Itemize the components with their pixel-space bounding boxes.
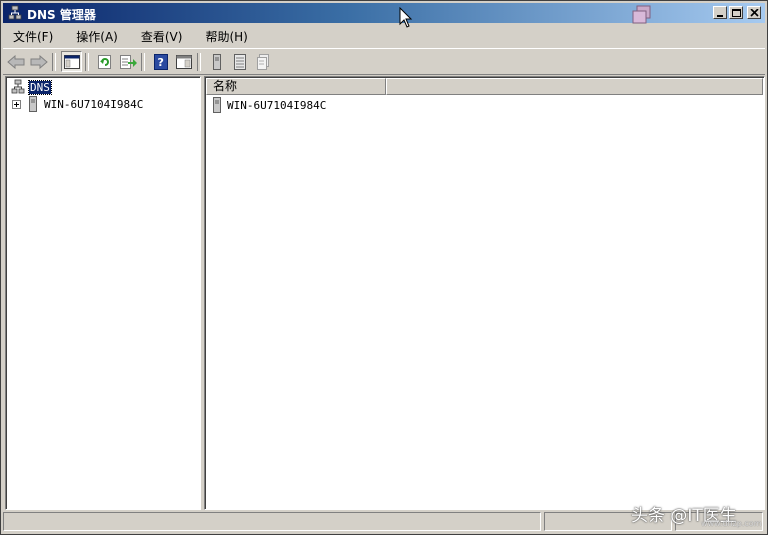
export-list-button[interactable]	[117, 51, 138, 72]
watermark-url: www.dnzp.com	[701, 519, 762, 528]
close-icon	[750, 9, 759, 17]
toolbar: ?	[3, 48, 765, 75]
close-button[interactable]	[747, 6, 761, 19]
toolbar-separator	[141, 52, 145, 71]
window-title: DNS 管理器	[27, 8, 96, 22]
back-arrow-icon	[6, 54, 24, 69]
menu-file[interactable]: 文件(F)	[3, 26, 62, 47]
tree-item-server[interactable]: WIN-6U7104I984C	[12, 96, 143, 112]
properties-icon	[256, 53, 269, 70]
list-header: 名称	[206, 78, 763, 95]
column-header-empty	[386, 78, 763, 95]
expand-icon[interactable]	[12, 99, 21, 109]
title-bar[interactable]: DNS 管理器	[3, 3, 765, 25]
minimize-button[interactable]	[713, 6, 727, 19]
tree-item-dns[interactable]: DNS	[10, 79, 52, 95]
server-icon	[213, 97, 221, 113]
column-header-name[interactable]: 名称	[206, 78, 386, 95]
mmc-window: DNS 管理器 文件(F) 操作(A) 查看(V) 帮助(H) ? DNS WI…	[0, 0, 768, 535]
menu-bar: 文件(F) 操作(A) 查看(V) 帮助(H)	[3, 25, 765, 47]
list-view-button[interactable]	[229, 51, 250, 72]
server-icon	[212, 53, 221, 70]
console-view-icon	[175, 54, 192, 69]
help-icon: ?	[153, 53, 168, 70]
console-tree-pane: DNS WIN-6U7104I984C	[5, 76, 201, 510]
result-pane: 名称 WIN-6U7104I984C	[204, 76, 765, 510]
list-icon	[233, 53, 246, 70]
toolbar-separator	[52, 52, 56, 71]
console-view-button[interactable]	[173, 51, 194, 72]
minimize-icon	[717, 15, 723, 17]
server-button[interactable]	[206, 51, 227, 72]
export-list-icon	[119, 54, 137, 69]
toolbar-separator	[85, 52, 89, 71]
status-segment	[3, 512, 541, 531]
maximize-button[interactable]	[729, 6, 743, 19]
show-hide-tree-button[interactable]	[61, 51, 82, 72]
tree-item-label: WIN-6U7104I984C	[44, 97, 144, 111]
list-item-label: WIN-6U7104I984C	[227, 98, 327, 112]
show-hide-tree-icon	[63, 54, 80, 69]
forward-button[interactable]	[28, 51, 49, 72]
cascade-windows-icon	[631, 5, 653, 25]
maximize-icon	[732, 9, 741, 17]
list-item[interactable]: WIN-6U7104I984C	[211, 97, 326, 113]
properties-button[interactable]	[252, 51, 273, 72]
refresh-icon	[97, 54, 111, 69]
forward-arrow-icon	[30, 54, 48, 69]
back-button[interactable]	[5, 51, 26, 72]
menu-help[interactable]: 帮助(H)	[195, 26, 256, 47]
server-icon	[29, 96, 37, 112]
dns-app-icon	[7, 5, 23, 21]
menu-action[interactable]: 操作(A)	[66, 26, 127, 47]
dns-icon	[11, 79, 25, 94]
menu-view[interactable]: 查看(V)	[131, 26, 192, 47]
refresh-button[interactable]	[94, 51, 115, 72]
tree-item-label: DNS	[28, 79, 52, 95]
help-button[interactable]: ?	[150, 51, 171, 72]
svg-text:?: ?	[157, 56, 163, 69]
toolbar-separator	[197, 52, 201, 71]
